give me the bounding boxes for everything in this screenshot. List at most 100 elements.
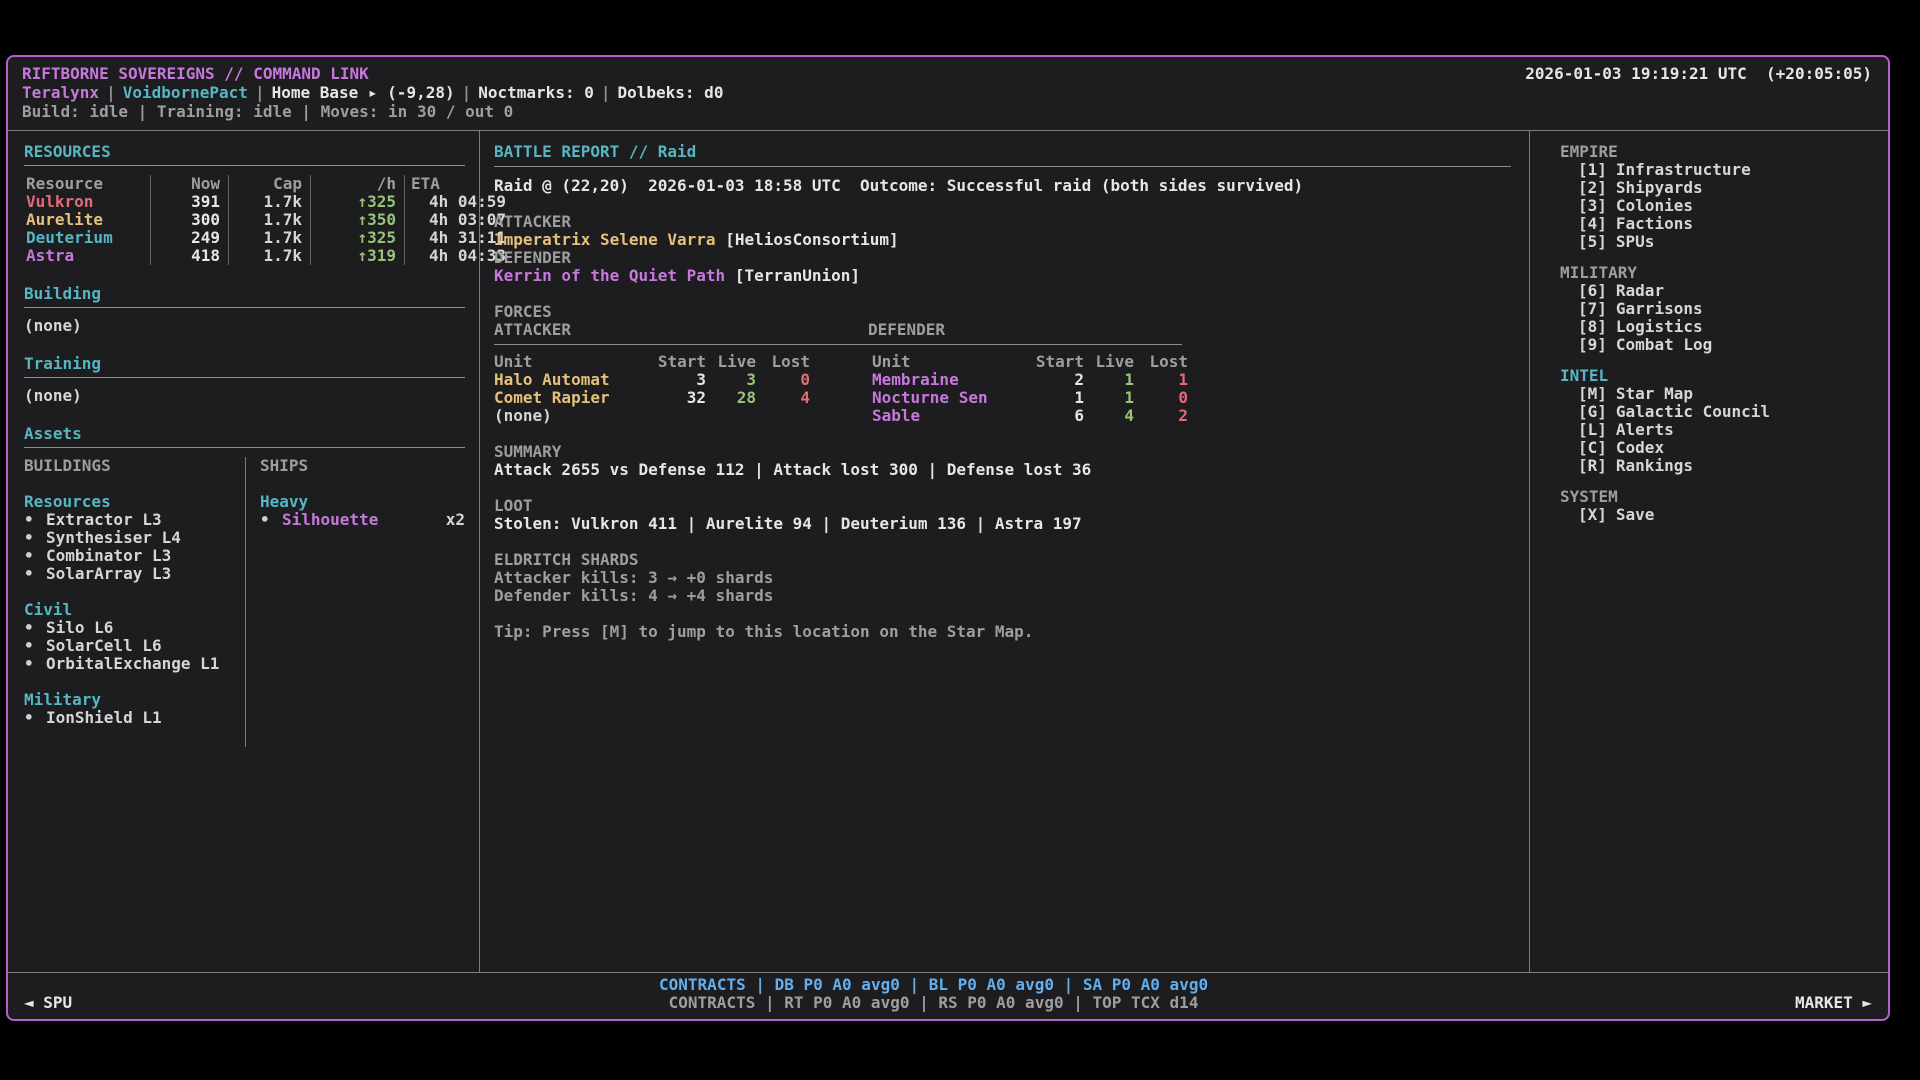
next-panel-button[interactable]: MARKET ►: [1795, 994, 1872, 1012]
menu-item-label: Garrisons: [1616, 299, 1703, 318]
col-header-rate: /h: [310, 175, 404, 193]
col-header-resource: Resource: [24, 175, 150, 193]
defender-label: DEFENDER: [494, 249, 1511, 267]
list-item: •IonShield L1: [24, 709, 245, 727]
menu-item-radar[interactable]: [6] Radar: [1560, 282, 1880, 300]
command-link-window: RIFTBORNE SOVEREIGNS // COMMAND LINK 202…: [6, 55, 1890, 1021]
menu-item-infrastructure[interactable]: [1]Infrastructure: [1560, 161, 1880, 179]
unit-lost: [756, 407, 810, 425]
list-item: •Synthesiser L4: [24, 529, 245, 547]
defender-units-table: Unit Start Live Lost Membraine 2 1 1 Noc…: [872, 353, 1188, 425]
location-breadcrumb: Home Base ▸ (-9,28): [272, 83, 455, 102]
app-title: RIFTBORNE SOVEREIGNS // COMMAND LINK: [22, 65, 369, 83]
start-col-header: Start: [1022, 353, 1084, 371]
resources-title: RESOURCES: [24, 143, 465, 161]
list-item: •Combinator L3: [24, 547, 245, 565]
resource-rate: ↑325: [310, 193, 404, 211]
building-item: OrbitalExchange L1: [46, 655, 219, 673]
content-area: RESOURCES Resource Now Cap /h ETA Vulkro…: [8, 130, 1888, 972]
bullet-icon: •: [260, 511, 282, 529]
ticker: CONTRACTS | DB P0 A0 avg0 | BL P0 A0 avg…: [659, 976, 1208, 1012]
ships-title: SHIPS: [260, 457, 465, 475]
bullet-icon: •: [24, 511, 46, 529]
attacker-label: ATTACKER: [494, 213, 1511, 231]
unit-name: Sable: [872, 407, 1022, 425]
unit-start: 3: [644, 371, 706, 389]
hotkey: [2]: [1578, 178, 1607, 197]
menu-item-logistics[interactable]: [8]Logistics: [1560, 318, 1880, 336]
lost-col-header: Lost: [756, 353, 810, 371]
unit-start: 6: [1022, 407, 1084, 425]
menu-item-label: Save: [1616, 505, 1655, 524]
list-item: •SolarCell L6: [24, 637, 245, 655]
loot-label: LOOT: [494, 497, 1511, 515]
divider: [494, 344, 1182, 345]
report-title: BATTLE REPORT // Raid: [494, 143, 1511, 161]
resource-cap: 1.7k: [228, 247, 310, 265]
menu-section-military: MILITARY [6]Radar [7]Garrisons [8]Logist…: [1560, 264, 1880, 354]
menu-item-label: Alerts: [1616, 420, 1674, 439]
ships-list: SHIPS Heavy •Silhouettex2: [246, 457, 465, 747]
menu-item-colonies[interactable]: [3]Colonies: [1560, 197, 1880, 215]
menu-item-save[interactable]: [X] Save: [1560, 506, 1880, 524]
resource-now: 249: [150, 229, 228, 247]
resource-cap: 1.7k: [228, 229, 310, 247]
menu-item-label: SPUs: [1616, 232, 1655, 251]
menu-item-factions[interactable]: [4]Factions: [1560, 215, 1880, 233]
list-item: •Silhouettex2: [260, 511, 465, 529]
menu-section-title: EMPIRE: [1560, 143, 1880, 161]
building-group-title: Resources: [24, 493, 245, 511]
menu-section-intel: INTEL [M]Star Map [G]Galactic Council [L…: [1560, 367, 1880, 475]
building-title: Building: [24, 285, 465, 303]
attacker-units-table: Unit Start Live Lost Halo Automat 3 3 0 …: [494, 353, 810, 425]
defender-name: Kerrin of the Quiet Path: [494, 266, 725, 285]
menu-item-galactic-council[interactable]: [G]Galactic Council: [1560, 403, 1880, 421]
menu-item-label: Combat Log: [1616, 335, 1712, 354]
shards-attacker-line: Attacker kills: 3 → +0 shards: [494, 569, 1511, 587]
col-header-cap: Cap: [228, 175, 310, 193]
building-item: SolarArray L3: [46, 565, 171, 583]
bullet-icon: •: [24, 547, 46, 565]
assets-title: Assets: [24, 425, 465, 443]
shards-defender-line: Defender kills: 4 → +4 shards: [494, 587, 1511, 605]
menu-item-label: Galactic Council: [1616, 402, 1770, 421]
menu-item-label: Colonies: [1616, 196, 1693, 215]
menu-item-shipyards[interactable]: [2]Shipyards: [1560, 179, 1880, 197]
hotkey: [6]: [1578, 281, 1607, 300]
prev-panel-button[interactable]: ◄ SPU: [24, 994, 72, 1012]
resource-now: 418: [150, 247, 228, 265]
menu-item-alerts[interactable]: [L] Alerts: [1560, 421, 1880, 439]
menu-item-combat-log[interactable]: [9]Combat Log: [1560, 336, 1880, 354]
base-panel: RESOURCES Resource Now Cap /h ETA Vulkro…: [8, 131, 480, 972]
menu-item-rankings[interactable]: [R]Rankings: [1560, 457, 1880, 475]
divider: [24, 165, 465, 166]
hotkey: [L]: [1578, 420, 1607, 439]
hotkey: [M]: [1578, 384, 1607, 403]
pact-name: VoidbornePact: [123, 83, 248, 102]
unit-name: Comet Rapier: [494, 389, 644, 407]
dolbeks-count: Dolbeks: d0: [617, 83, 723, 102]
menu-item-garrisons[interactable]: [7]Garrisons: [1560, 300, 1880, 318]
defender-faction-tag: [TerranUnion]: [735, 266, 860, 285]
divider-pipe: |: [455, 83, 479, 102]
resource-now: 300: [150, 211, 228, 229]
menu-item-label: Radar: [1616, 281, 1664, 300]
ship-group: Heavy •Silhouettex2: [260, 493, 465, 529]
assets-columns: BUILDINGS Resources •Extractor L3 •Synth…: [24, 457, 465, 747]
summary-label: SUMMARY: [494, 443, 1511, 461]
unit-lost: 4: [756, 389, 810, 407]
hotkey: [X]: [1578, 505, 1607, 524]
unit-lost: 2: [1134, 407, 1188, 425]
menu-section-empire: EMPIRE [1]Infrastructure [2]Shipyards [3…: [1560, 143, 1880, 251]
menu-item-label: Factions: [1616, 214, 1693, 233]
menu-item-label: Logistics: [1616, 317, 1703, 336]
shards-label: ELDRITCH SHARDS: [494, 551, 1511, 569]
summary-line: Attack 2655 vs Defense 112 | Attack lost…: [494, 461, 1511, 479]
training-queue-empty: (none): [24, 387, 465, 405]
menu-item-spus[interactable]: [5]SPUs: [1560, 233, 1880, 251]
menu-item-codex[interactable]: [C]Codex: [1560, 439, 1880, 457]
loot-line: Stolen: Vulkron 411 | Aurelite 94 | Deut…: [494, 515, 1511, 533]
unit-start: [644, 407, 706, 425]
unit-name: Halo Automat: [494, 371, 644, 389]
menu-item-star-map[interactable]: [M]Star Map: [1560, 385, 1880, 403]
